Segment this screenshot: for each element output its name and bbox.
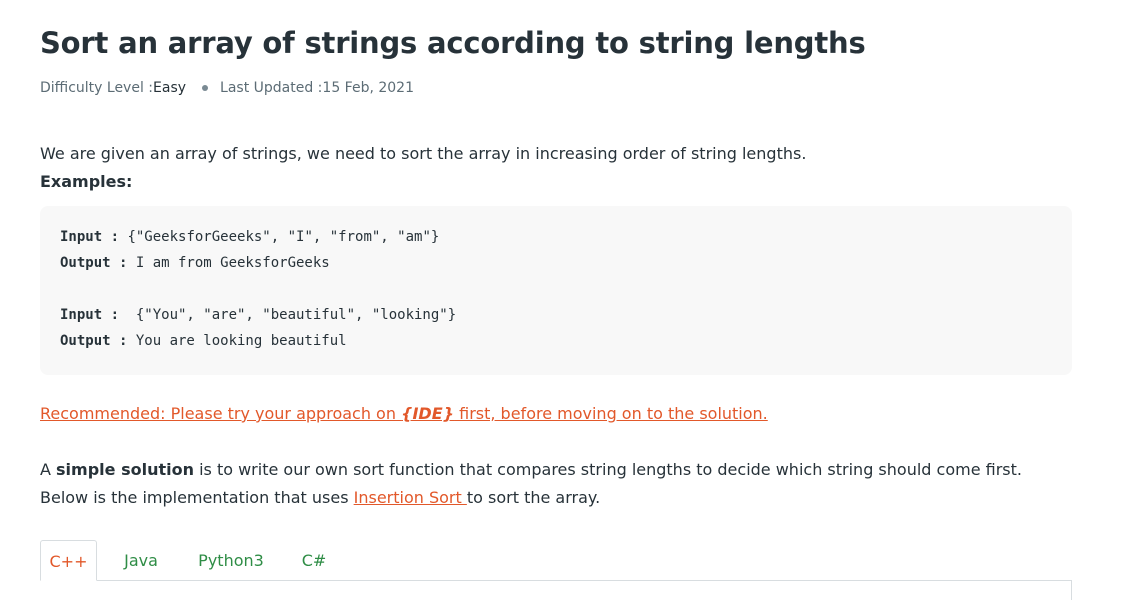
simple-solution-bold: simple solution	[56, 460, 194, 479]
page-title: Sort an array of strings according to st…	[40, 26, 866, 60]
tab-csharp[interactable]: C#	[292, 540, 336, 581]
input-value: {"GeeksforGeeeks", "I", "from", "am"}	[127, 229, 440, 245]
paragraph-text: A	[40, 460, 57, 479]
updated-label: Last Updated :	[220, 80, 323, 96]
updated-value: 15 Feb, 2021	[322, 80, 414, 96]
language-tabs: C++ Java Python3 C#	[40, 540, 1072, 600]
example-code-block: Input : {"GeeksforGeeeks", "I", "from", …	[40, 206, 1072, 375]
difficulty-label: Difficulty Level :	[40, 80, 154, 96]
output-value: You are looking beautiful	[135, 333, 347, 349]
intro-text: We are given an array of strings, we nee…	[40, 144, 807, 163]
input-label: Input :	[60, 229, 128, 245]
code-panel-edge	[1071, 580, 1072, 600]
article-meta: Difficulty Level : Easy Last Updated : 1…	[40, 80, 414, 96]
example-2-output: Output : You are looking beautiful	[60, 333, 347, 349]
tab-java[interactable]: Java	[110, 540, 172, 581]
example-1-input: Input : {"GeeksforGeeeks", "I", "from", …	[60, 229, 439, 245]
output-label: Output :	[60, 255, 136, 271]
solution-paragraph: A simple solution is to write our own so…	[40, 456, 1072, 512]
insertion-sort-link[interactable]: Insertion Sort	[354, 488, 467, 507]
tab-cpp[interactable]: C++	[40, 540, 97, 581]
examples-heading: Examples:	[40, 172, 133, 191]
output-label: Output :	[60, 333, 136, 349]
example-1-output: Output : I am from GeeksforGeeks	[60, 255, 330, 271]
example-2-input: Input : {"You", "are", "beautiful", "loo…	[60, 307, 456, 323]
tab-python3[interactable]: Python3	[188, 540, 274, 581]
recommended-text-after: first, before moving on to the solution.	[454, 404, 768, 423]
paragraph-text: to sort the array.	[466, 488, 601, 507]
input-label: Input :	[60, 307, 136, 323]
difficulty-value[interactable]: Easy	[153, 80, 186, 96]
input-value: {"You", "are", "beautiful", "looking"}	[135, 307, 457, 323]
output-value: I am from GeeksforGeeks	[135, 255, 330, 271]
separator-dot-icon	[202, 85, 209, 91]
recommended-link[interactable]: Recommended: Please try your approach on…	[40, 404, 768, 423]
recommended-text-before: Recommended: Please try your approach on	[40, 404, 402, 423]
ide-link[interactable]: {IDE}	[401, 404, 454, 423]
